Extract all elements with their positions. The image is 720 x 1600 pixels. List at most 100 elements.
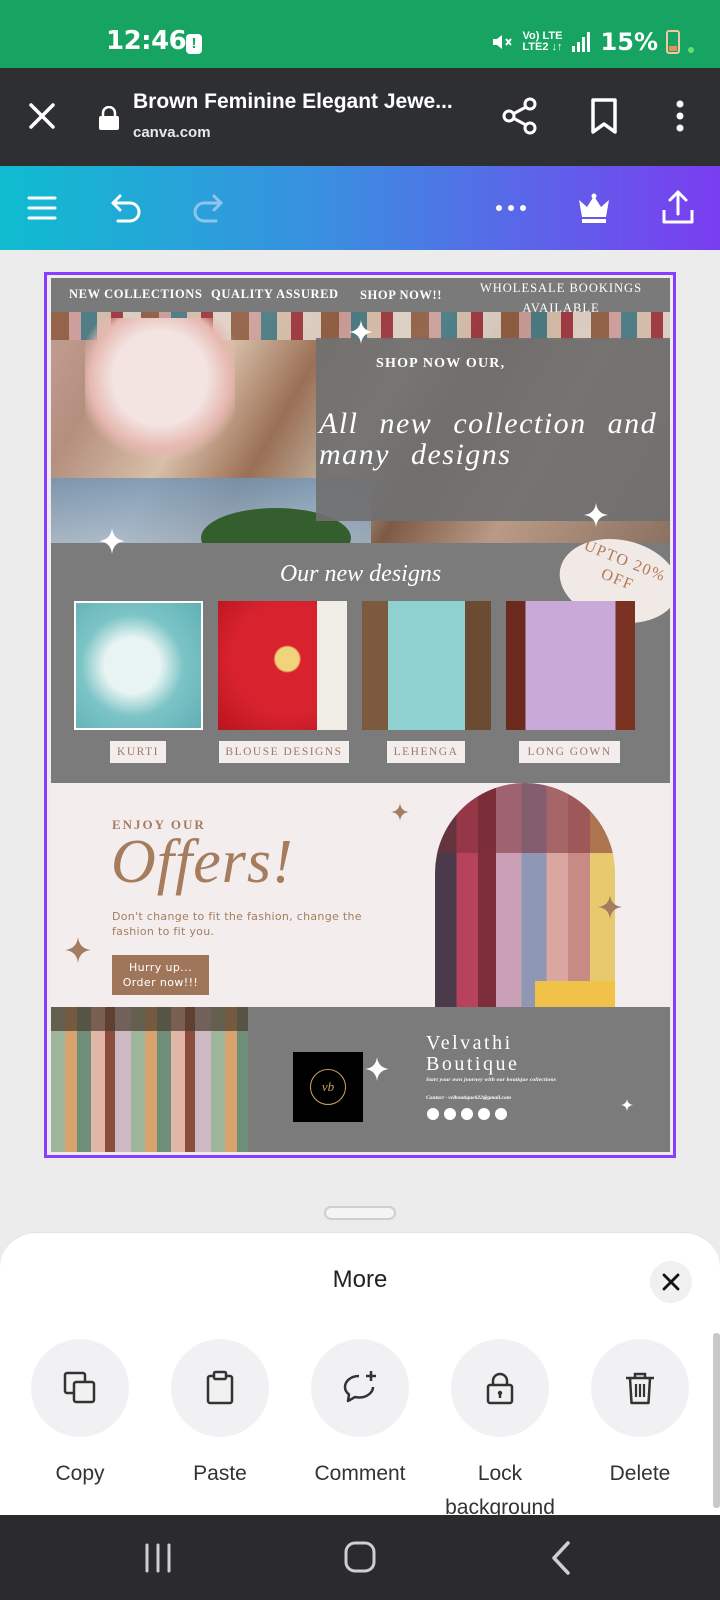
close-icon: [662, 1273, 680, 1291]
recent-apps-icon[interactable]: [142, 1541, 174, 1575]
new-collections-text[interactable]: NEW COLLECTIONS: [69, 287, 202, 302]
alert-icon: !: [186, 34, 202, 54]
brand-logo[interactable]: vb: [293, 1052, 363, 1122]
paste-action[interactable]: Paste: [160, 1339, 280, 1491]
status-bar: 12:46 ! Vo) LTE LTE2 ↓↑ 15%: [0, 0, 720, 68]
copy-icon: [63, 1371, 96, 1404]
more-horizontal-icon[interactable]: [489, 186, 533, 230]
page-title[interactable]: Brown Feminine Elegant Jewe...: [133, 90, 463, 114]
clothing-rack-image[interactable]: [51, 1007, 248, 1152]
quality-assured-text[interactable]: QUALITY ASSURED: [211, 287, 339, 302]
hurry-up-button[interactable]: Hurry up... Order now!!!: [112, 955, 209, 995]
arch-floor-chair: [535, 981, 615, 1007]
brand-subtitle[interactable]: Start your own journey with our boutique…: [426, 1077, 556, 1083]
secure-lock-icon: [99, 106, 119, 130]
page-url[interactable]: canva.com: [133, 124, 211, 141]
battery-icon: [666, 30, 680, 54]
comment-add-icon: [343, 1371, 376, 1403]
brand-name[interactable]: Velvathi Boutique: [426, 1033, 566, 1075]
privacy-dot-icon: [688, 47, 694, 53]
design-page[interactable]: NEW COLLECTIONS QUALITY ASSURED SHOP NOW…: [51, 278, 670, 1152]
phone-icon: [461, 1108, 473, 1120]
designs-section[interactable]: Our new designs UPTO 20% OFF KURTI BLOUS…: [51, 528, 670, 783]
blouse-image[interactable]: [218, 601, 347, 730]
more-sheet: More Copy Paste Comment Lock background …: [0, 1232, 720, 1519]
battery-percent: 15%: [600, 28, 658, 56]
blouse-designs-label[interactable]: BLOUSE DESIGNS: [219, 741, 349, 763]
delete-action[interactable]: Delete: [580, 1339, 700, 1491]
sparkle-icon: [349, 320, 373, 344]
sheet-close-button[interactable]: [650, 1261, 692, 1303]
lehenga-image[interactable]: [362, 601, 491, 730]
rack-shadow: [51, 1007, 248, 1031]
lehenga-label[interactable]: LEHENGA: [387, 741, 465, 763]
long-gown-label[interactable]: LONG GOWN: [519, 741, 620, 763]
sparkle-icon: [65, 937, 91, 963]
arch-top-shade: [435, 783, 615, 853]
back-icon[interactable]: [548, 1539, 576, 1577]
crown-icon[interactable]: [572, 186, 616, 230]
sparkle-icon: [391, 803, 409, 821]
tagline-text[interactable]: Don't change to fit the fashion, change …: [112, 909, 382, 939]
wholesale-text[interactable]: WHOLESALE BOOKINGS AVAILABLE: [461, 278, 661, 318]
signal-icon: [571, 32, 590, 52]
lock-background-action[interactable]: Lock background: [440, 1339, 560, 1525]
mute-icon: [493, 35, 513, 49]
undo-icon[interactable]: [104, 186, 148, 230]
boutique-arch-image[interactable]: [435, 783, 615, 1007]
paste-label: Paste: [193, 1462, 247, 1485]
redo-icon[interactable]: [186, 186, 230, 230]
editor-toolbar: [0, 166, 720, 250]
headline-text[interactable]: All new collection and many designs: [319, 408, 670, 470]
copy-action[interactable]: Copy: [20, 1339, 140, 1491]
sparkle-icon: [365, 1057, 389, 1081]
shop-now-text[interactable]: SHOP NOW!!: [360, 288, 442, 303]
long-gown-image[interactable]: [506, 601, 635, 730]
trash-icon: [626, 1372, 654, 1405]
share-icon[interactable]: [500, 96, 540, 136]
paste-icon: [206, 1370, 234, 1405]
more-vertical-icon[interactable]: [664, 96, 696, 136]
offers-title[interactable]: Offers!: [111, 827, 294, 898]
logo-monogram: vb: [310, 1069, 346, 1105]
comment-action[interactable]: Comment: [300, 1339, 420, 1491]
social-icons: [427, 1108, 507, 1120]
dress-image: [85, 318, 235, 468]
home-icon[interactable]: [342, 1539, 378, 1575]
kurti-image[interactable]: [74, 601, 203, 730]
status-indicators: Vo) LTE LTE2 ↓↑ 15%: [490, 28, 694, 56]
network-indicator: Vo) LTE LTE2 ↓↑: [522, 31, 562, 53]
close-tab-icon[interactable]: [24, 98, 60, 134]
sparkle-icon: [584, 503, 608, 527]
bookmark-icon[interactable]: [588, 98, 620, 134]
pinterest-icon: [478, 1108, 490, 1120]
sheet-drag-handle[interactable]: [324, 1206, 396, 1220]
delete-button[interactable]: [591, 1339, 689, 1437]
offers-section[interactable]: ENJOY OUR Offers! Don't change to fit th…: [51, 783, 670, 1007]
location-icon: [495, 1108, 507, 1120]
status-time: 12:46: [106, 26, 187, 56]
sheet-title: More: [332, 1266, 388, 1293]
comment-button[interactable]: [311, 1339, 409, 1437]
paste-button[interactable]: [171, 1339, 269, 1437]
comment-label: Comment: [314, 1462, 406, 1485]
instagram-icon: [444, 1108, 456, 1120]
browser-header: Brown Feminine Elegant Jewe... canva.com: [0, 68, 720, 166]
lock-icon: [486, 1372, 514, 1405]
shop-now-our-text[interactable]: SHOP NOW OUR,: [376, 356, 505, 372]
copy-button[interactable]: [31, 1339, 129, 1437]
system-nav-bar: [0, 1515, 720, 1600]
menu-icon[interactable]: [20, 186, 64, 230]
network-bottom-text: LTE2 ↓↑: [522, 41, 563, 53]
delete-label: Delete: [609, 1462, 671, 1485]
sparkle-icon: [99, 528, 125, 554]
kurti-label[interactable]: KURTI: [110, 741, 166, 763]
sparkle-icon: [621, 1099, 633, 1111]
lock-background-button[interactable]: [451, 1339, 549, 1437]
footer-section[interactable]: vb Velvathi Boutique Start your own jour…: [51, 1007, 670, 1152]
sparkle-icon: [598, 895, 622, 919]
copy-label: Copy: [55, 1462, 105, 1485]
brand-contact[interactable]: Contact - velboutique022@gmail.com: [426, 1095, 511, 1101]
share-upload-icon[interactable]: [656, 186, 700, 230]
sheet-scrollbar[interactable]: [713, 1333, 720, 1508]
